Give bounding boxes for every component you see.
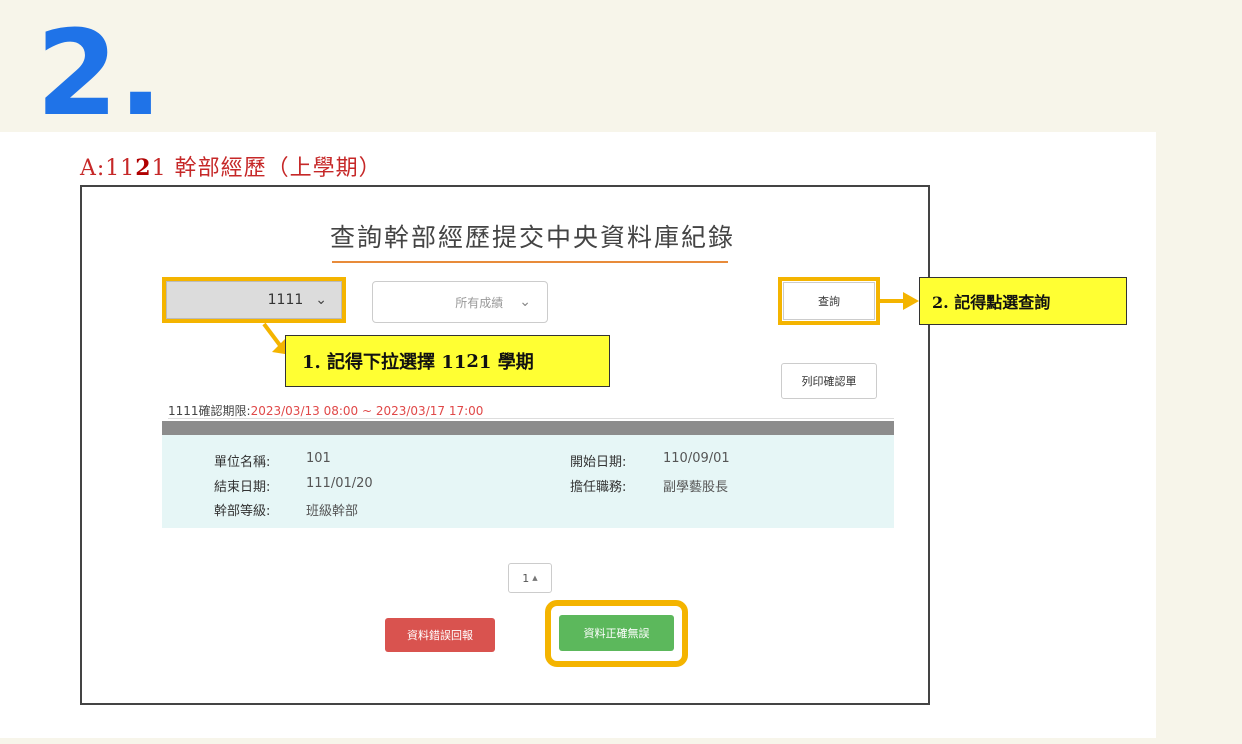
- role-value: 副學藝股長: [663, 480, 729, 495]
- arrow-to-query-callout: [880, 299, 904, 303]
- start-date-value: 110/09/01: [663, 451, 730, 466]
- unit-value: 101: [306, 451, 331, 466]
- section-heading-prefix: A:11: [80, 156, 136, 181]
- query-button[interactable]: 查詢: [783, 282, 875, 320]
- page-selector[interactable]: 1 ▲: [508, 563, 552, 593]
- step-number: 2.: [36, 4, 163, 142]
- semester-select[interactable]: 1111 ⌄: [166, 281, 342, 319]
- caret-up-icon: ▲: [532, 574, 538, 582]
- semester-select-value: 1111: [267, 292, 304, 308]
- section-heading-suffix: 1 幹部經歷（上學期）: [151, 156, 382, 181]
- semester-callout-suffix: 1 學期: [478, 352, 534, 373]
- confirm-correct-button[interactable]: 資料正確無誤: [559, 615, 674, 651]
- grade-select-value: 所有成績: [455, 295, 504, 310]
- current-page: 1: [522, 571, 530, 585]
- role-label: 擔任職務:: [570, 480, 627, 495]
- confirm-period-range: 2023/03/13 08:00 ~ 2023/03/17 17:00: [250, 404, 484, 418]
- chevron-down-icon: ⌄: [519, 294, 531, 310]
- table-header: [162, 421, 894, 435]
- confirm-period-label: 1111確認期限:: [168, 404, 251, 418]
- level-label: 幹部等級:: [214, 504, 271, 519]
- query-callout: 2. 記得點選查詢: [919, 277, 1127, 325]
- arrow-head-icon: [903, 292, 919, 310]
- end-date-value: 111/01/20: [306, 476, 373, 491]
- record-row: [162, 435, 894, 528]
- chevron-down-icon: ⌄: [315, 292, 327, 308]
- title-underline: [332, 261, 728, 263]
- page-title: 查詢幹部經歷提交中央資料庫紀錄: [330, 223, 736, 252]
- semester-callout-highlight: 2: [466, 350, 479, 372]
- confirm-period: 1111確認期限:2023/03/13 08:00 ~ 2023/03/17 1…: [168, 402, 483, 419]
- end-date-label: 結束日期:: [214, 480, 271, 495]
- grade-select[interactable]: 所有成績 ⌄: [372, 281, 548, 323]
- section-heading-highlight: 2: [135, 155, 152, 181]
- report-error-button[interactable]: 資料錯誤回報: [385, 618, 495, 652]
- start-date-label: 開始日期:: [570, 455, 627, 470]
- period-divider: [168, 418, 894, 419]
- print-confirmation-button[interactable]: 列印確認單: [781, 363, 877, 399]
- semester-callout: 1. 記得下拉選擇 11 2 1 學期: [285, 335, 610, 387]
- level-value: 班級幹部: [306, 504, 359, 519]
- semester-callout-prefix: 1. 記得下拉選擇 11: [302, 352, 467, 373]
- unit-label: 單位名稱:: [214, 455, 271, 470]
- section-heading: A:1121 幹部經歷（上學期）: [80, 150, 382, 182]
